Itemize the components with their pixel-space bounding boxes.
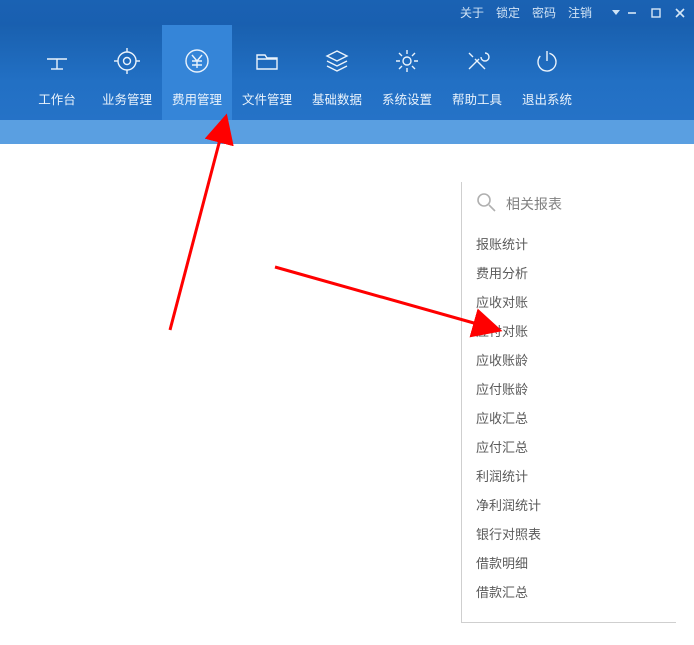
report-item[interactable]: 利润统计 bbox=[476, 461, 676, 490]
power-icon bbox=[533, 47, 561, 75]
nav-label: 文件管理 bbox=[242, 89, 292, 108]
minimize-button[interactable] bbox=[626, 7, 638, 19]
desk-icon bbox=[43, 47, 71, 75]
report-list: 报账统计 费用分析 应收对账 应付对账 应收账龄 应付账龄 应收汇总 应付汇总 … bbox=[476, 229, 676, 606]
report-item[interactable]: 银行对照表 bbox=[476, 519, 676, 548]
link-password[interactable]: 密码 bbox=[532, 4, 556, 21]
link-logout[interactable]: 注销 bbox=[568, 4, 592, 21]
maximize-button[interactable] bbox=[650, 7, 662, 19]
nav-label: 帮助工具 bbox=[452, 89, 502, 108]
report-item[interactable]: 借款明细 bbox=[476, 548, 676, 577]
nav-expense[interactable]: 费用管理 bbox=[162, 25, 232, 120]
nav-business[interactable]: 业务管理 bbox=[92, 25, 162, 120]
titlebar: 关于 锁定 密码 注销 bbox=[0, 0, 694, 25]
nav-settings[interactable]: 系统设置 bbox=[372, 25, 442, 120]
dropdown-caret-icon[interactable] bbox=[612, 10, 620, 16]
report-item[interactable]: 应收账龄 bbox=[476, 345, 676, 374]
nav-label: 退出系统 bbox=[522, 89, 572, 108]
layers-icon bbox=[323, 47, 351, 75]
nav-basedata[interactable]: 基础数据 bbox=[302, 25, 372, 120]
tools-icon bbox=[463, 47, 491, 75]
main-nav: 工作台 业务管理 费用管理 文件管理 基础数据 系统设置 帮助工 bbox=[0, 25, 694, 120]
window-buttons bbox=[626, 7, 686, 19]
nav-label: 业务管理 bbox=[102, 89, 152, 108]
link-about[interactable]: 关于 bbox=[460, 4, 484, 21]
nav-help[interactable]: 帮助工具 bbox=[442, 25, 512, 120]
report-item[interactable]: 报账统计 bbox=[476, 229, 676, 258]
content-area: 相关报表 报账统计 费用分析 应收对账 应付对账 应收账龄 应付账龄 应收汇总 … bbox=[0, 144, 694, 645]
nav-exit[interactable]: 退出系统 bbox=[512, 25, 582, 120]
panel-title: 相关报表 bbox=[506, 194, 562, 214]
currency-yen-icon bbox=[183, 47, 211, 75]
report-item[interactable]: 应付账龄 bbox=[476, 374, 676, 403]
nav-workbench[interactable]: 工作台 bbox=[22, 25, 92, 120]
related-reports-panel: 相关报表 报账统计 费用分析 应收对账 应付对账 应收账龄 应付账龄 应收汇总 … bbox=[461, 182, 676, 623]
nav-label: 系统设置 bbox=[382, 89, 432, 108]
report-item[interactable]: 应付汇总 bbox=[476, 432, 676, 461]
report-item[interactable]: 应付对账 bbox=[476, 316, 676, 345]
report-item[interactable]: 净利润统计 bbox=[476, 490, 676, 519]
link-lock[interactable]: 锁定 bbox=[496, 4, 520, 21]
gear-icon bbox=[113, 47, 141, 75]
close-button[interactable] bbox=[674, 7, 686, 19]
sub-strip bbox=[0, 120, 694, 144]
nav-label: 基础数据 bbox=[312, 89, 362, 108]
nav-label: 工作台 bbox=[38, 89, 76, 108]
cog-icon bbox=[393, 47, 421, 75]
search-icon bbox=[476, 192, 496, 215]
report-item[interactable]: 费用分析 bbox=[476, 258, 676, 287]
panel-header: 相关报表 bbox=[476, 192, 676, 215]
nav-files[interactable]: 文件管理 bbox=[232, 25, 302, 120]
report-item[interactable]: 应收对账 bbox=[476, 287, 676, 316]
report-item[interactable]: 借款汇总 bbox=[476, 577, 676, 606]
titlebar-links: 关于 锁定 密码 注销 bbox=[460, 4, 592, 21]
folder-icon bbox=[253, 47, 281, 75]
report-item[interactable]: 应收汇总 bbox=[476, 403, 676, 432]
nav-label: 费用管理 bbox=[172, 89, 222, 108]
